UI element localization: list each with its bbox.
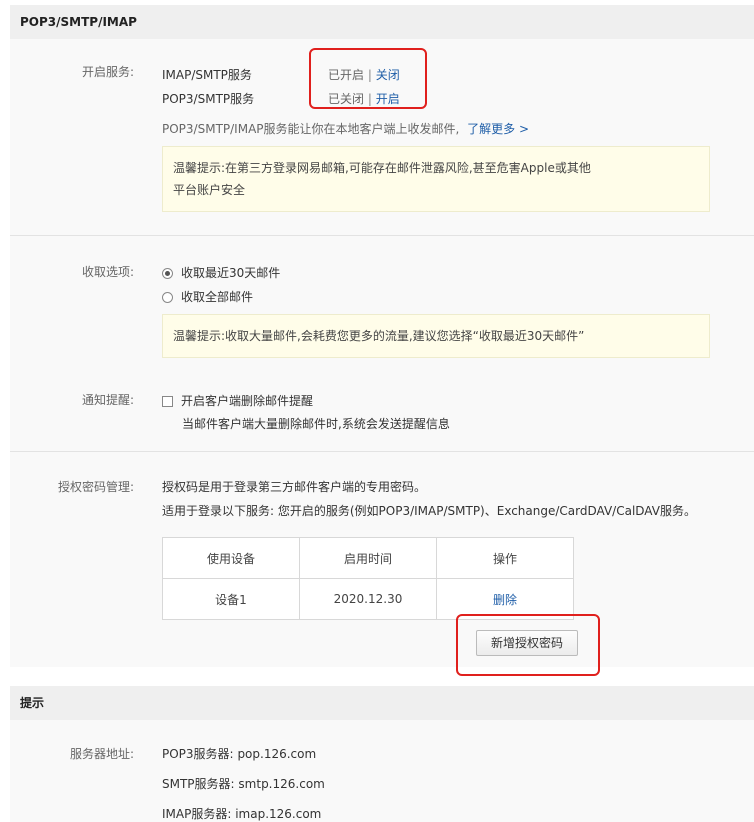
service-name-imap: IMAP/SMTP服务 <box>162 68 252 82</box>
status-text: 已开启 <box>328 68 365 82</box>
receive-option-all[interactable]: 收取全部邮件 <box>162 288 253 305</box>
separator: | <box>367 68 372 82</box>
server-name: IMAP服务器: <box>162 807 232 821</box>
divider <box>10 451 754 452</box>
service-description: POP3/SMTP/IMAP服务能让你在本地客户端上收发邮件, 了解更多 > <box>162 120 529 137</box>
service-name-pop3: POP3/SMTP服务 <box>162 92 255 106</box>
receive-label: 收取选项: <box>82 265 135 279</box>
notify-option-label: 开启客户端删除邮件提醒 <box>181 394 314 408</box>
service-status-pop3: 已关闭 | 开启 <box>328 90 400 107</box>
time-cell: 2020.12.30 <box>299 578 437 620</box>
option-label: 收取最近30天邮件 <box>181 266 281 280</box>
notify-label: 通知提醒: <box>82 393 135 407</box>
table-row: 设备1 2020.12.30 删除 <box>162 578 574 620</box>
description-text: POP3/SMTP/IMAP服务能让你在本地客户端上收发邮件, <box>162 122 460 136</box>
smtp-server: SMTP服务器: smtp.126.com <box>162 775 325 792</box>
receive-tip-text: 温馨提示:收取大量邮件,会耗费您更多的流量,建议您选择“收取最近30天邮件” <box>173 329 585 343</box>
notify-checkbox[interactable] <box>162 396 173 407</box>
column-header-action: 操作 <box>436 537 574 579</box>
receive-tip: 温馨提示:收取大量邮件,会耗费您更多的流量,建议您选择“收取最近30天邮件” <box>162 314 710 358</box>
server-name: POP3服务器: <box>162 747 234 761</box>
device-cell: 设备1 <box>162 578 300 620</box>
divider <box>10 235 754 236</box>
auth-description-1: 授权码是用于登录第三方邮件客户端的专用密码。 <box>162 480 427 494</box>
server-value: pop.126.com <box>237 747 317 761</box>
warning-line-1: 温馨提示:在第三方登录网易邮箱,可能存在邮件泄露风险,甚至危害Apple或其他 <box>173 161 591 175</box>
auth-label: 授权密码管理: <box>58 480 135 494</box>
column-header-time: 启用时间 <box>299 537 437 579</box>
auth-password-table: 使用设备 启用时间 操作 设备1 2020.12.30 删除 <box>162 537 574 620</box>
disable-imap-link[interactable]: 关闭 <box>376 68 400 82</box>
notify-option[interactable]: 开启客户端删除邮件提醒 <box>162 392 313 409</box>
section-title: 提示 <box>10 686 754 720</box>
action-cell: 删除 <box>436 578 574 620</box>
security-warning: 温馨提示:在第三方登录网易邮箱,可能存在邮件泄露风险,甚至危害Apple或其他 … <box>162 146 710 212</box>
service-status-imap: 已开启 | 关闭 <box>328 66 400 83</box>
server-value: imap.126.com <box>235 807 322 821</box>
pop3-settings-panel: POP3/SMTP/IMAP 开启服务: IMAP/SMTP服务 已开启 | 关… <box>10 5 754 667</box>
add-auth-password-button[interactable]: 新增授权密码 <box>476 630 578 656</box>
warning-line-2: 平台账户安全 <box>173 183 246 197</box>
auth-description-2: 适用于登录以下服务: 您开启的服务(例如POP3/IMAP/SMTP)、Exch… <box>162 504 696 518</box>
tips-panel: 提示 服务器地址: POP3服务器: pop.126.com SMTP服务器: … <box>10 686 754 822</box>
delete-link[interactable]: 删除 <box>493 593 517 607</box>
notify-description: 当邮件客户端大量删除邮件时,系统会发送提醒信息 <box>182 417 450 431</box>
server-name: SMTP服务器: <box>162 777 235 791</box>
status-text: 已关闭 <box>328 92 365 106</box>
radio-button-checked[interactable] <box>162 268 173 279</box>
section-title: POP3/SMTP/IMAP <box>10 5 754 39</box>
separator: | <box>367 92 372 106</box>
learn-more-link[interactable]: 了解更多 > <box>467 122 529 136</box>
enable-pop3-link[interactable]: 开启 <box>376 92 400 106</box>
table-header-row: 使用设备 启用时间 操作 <box>162 537 574 579</box>
column-header-device: 使用设备 <box>162 537 300 579</box>
pop3-server: POP3服务器: pop.126.com <box>162 745 316 762</box>
server-address-label: 服务器地址: <box>70 747 135 761</box>
imap-server: IMAP服务器: imap.126.com <box>162 805 321 822</box>
receive-option-30-days[interactable]: 收取最近30天邮件 <box>162 264 280 281</box>
radio-button-unchecked[interactable] <box>162 292 173 303</box>
services-label: 开启服务: <box>82 65 135 79</box>
option-label: 收取全部邮件 <box>181 290 254 304</box>
server-value: smtp.126.com <box>238 777 325 791</box>
